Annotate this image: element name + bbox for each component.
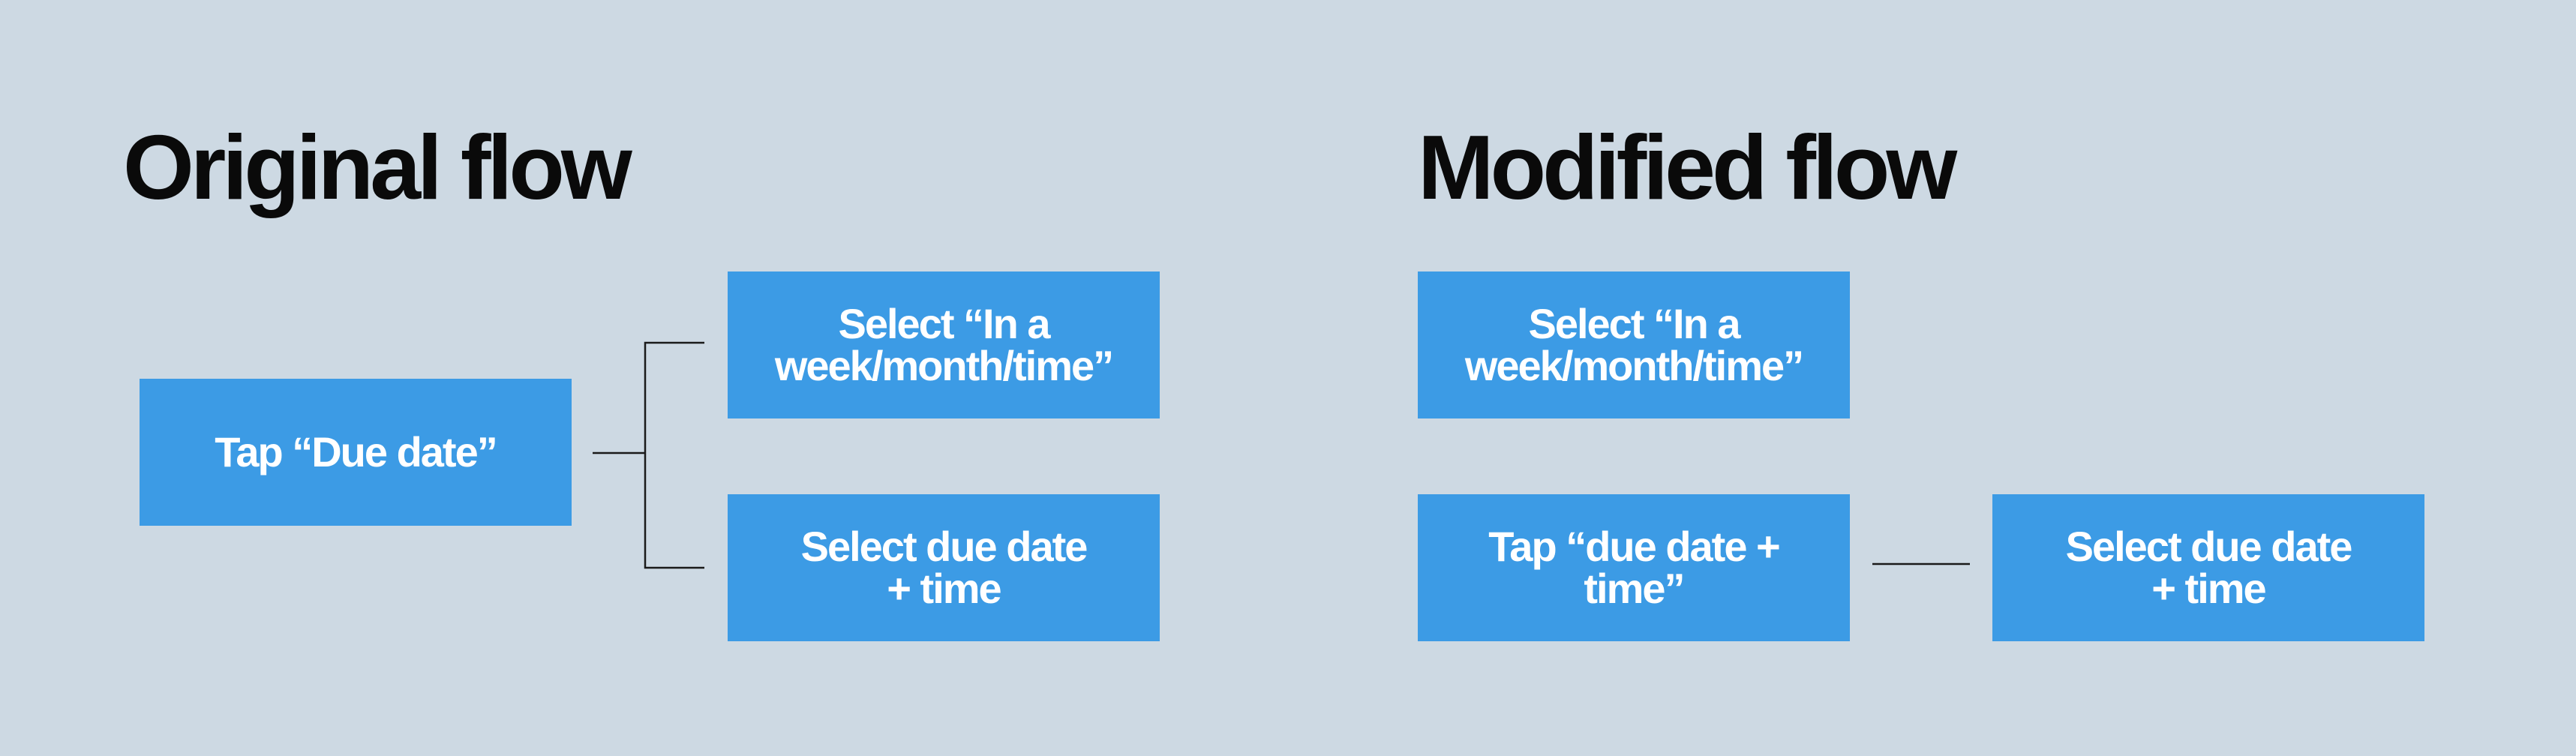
connector-lines	[593, 341, 1970, 569]
original-branch-bracket	[644, 341, 704, 569]
